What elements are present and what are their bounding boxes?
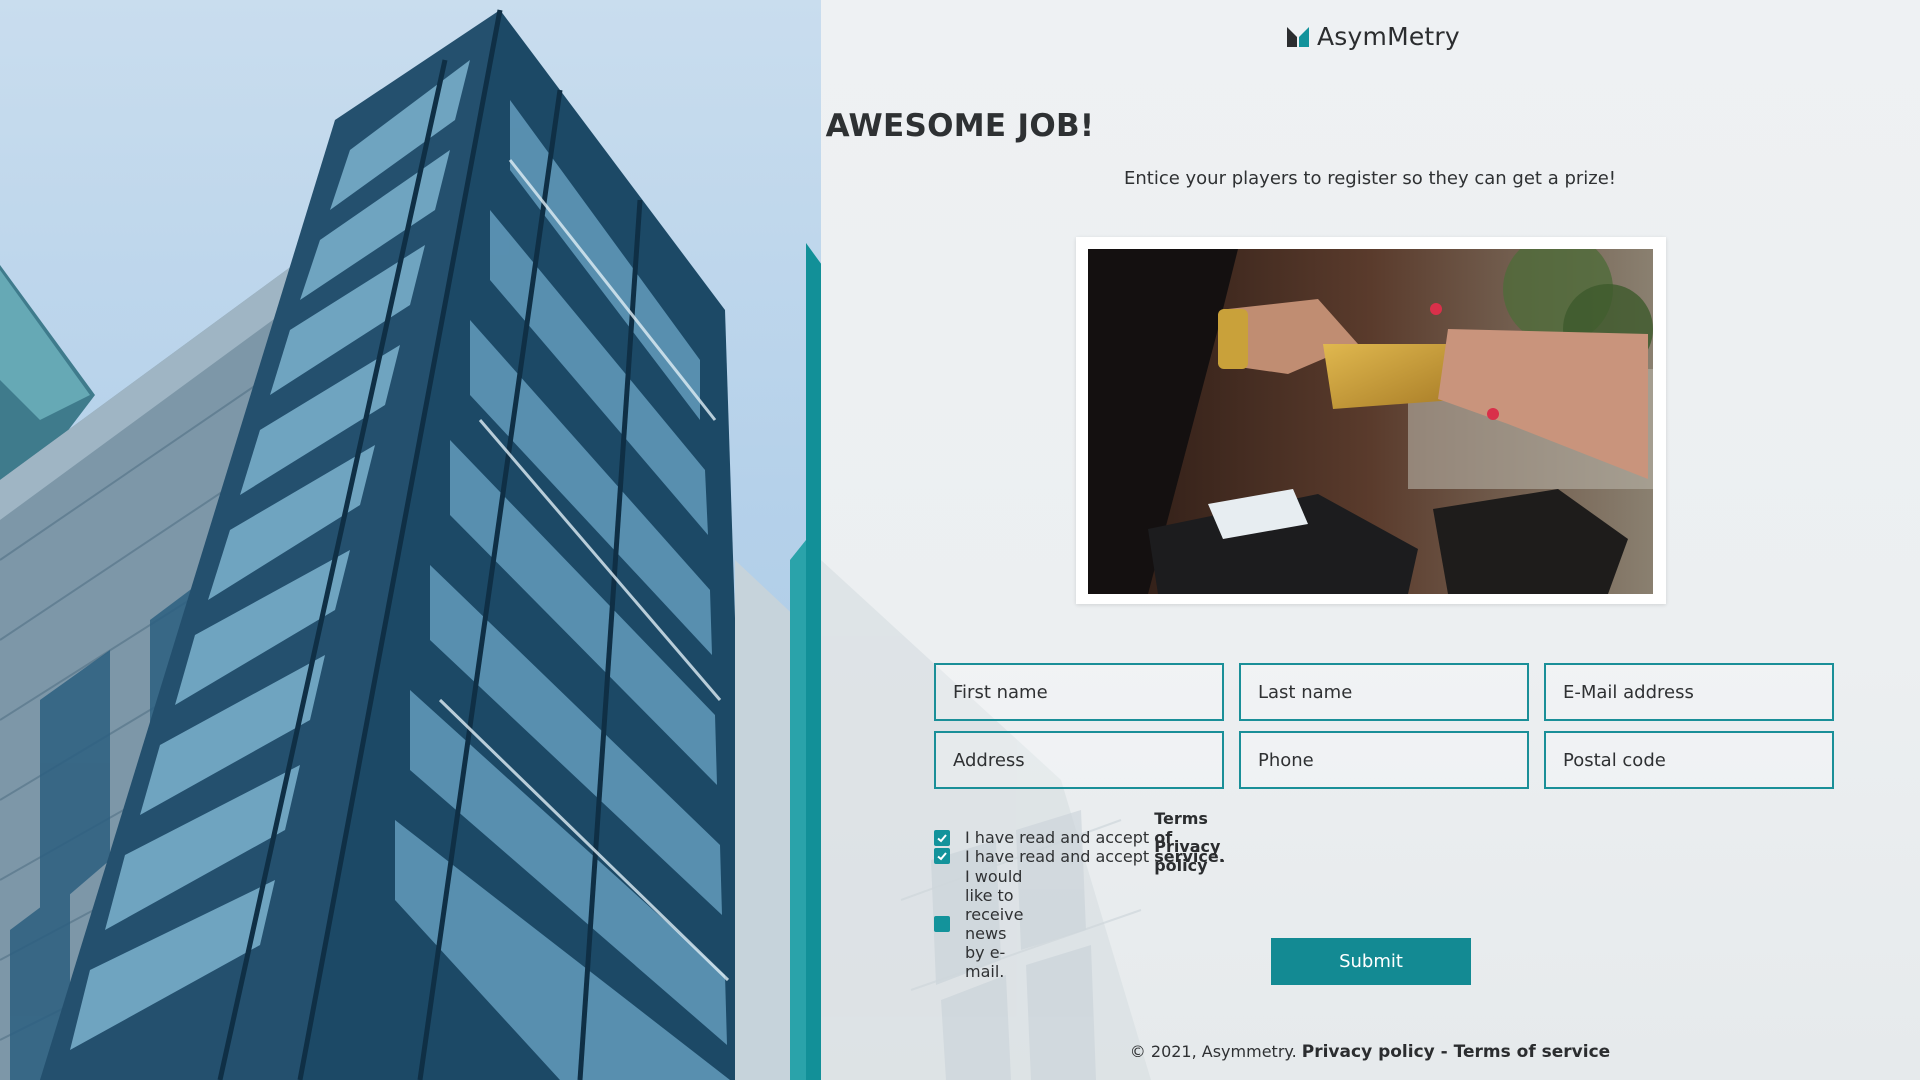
page-title-wrap: AWESOME JOB! — [0, 108, 1920, 144]
first-name-input[interactable] — [934, 663, 1224, 721]
submit-button[interactable]: Submit — [1271, 938, 1471, 985]
footer-terms-link[interactable]: Terms of service — [1454, 1042, 1611, 1062]
newsletter-consent-text: I would like to receive news by e-mail. — [965, 867, 1024, 981]
prize-photo-frame — [1076, 237, 1666, 604]
privacy-checkbox[interactable] — [934, 848, 950, 864]
newsletter-checkbox[interactable] — [934, 916, 950, 932]
asymmetry-logo-icon — [1287, 27, 1309, 47]
brand-name: AsymMetry — [1317, 21, 1460, 51]
privacy-consent-text: I have read and accept — [965, 846, 1155, 866]
page-title: AWESOME JOB! — [825, 108, 1095, 144]
copyright-text: © 2021, Asymmetry. — [1129, 1042, 1297, 1061]
hero-building-image — [0, 0, 860, 1080]
privacy-policy-link[interactable]: Privacy policy — [1154, 837, 1220, 875]
phone-input[interactable] — [1239, 731, 1529, 789]
payment-card-photo — [1088, 249, 1653, 594]
footer: © 2021, Asymmetry. Privacy policy - Term… — [820, 1042, 1920, 1062]
page-subtitle: Entice your players to register so they … — [1123, 168, 1617, 189]
checkmark-icon — [937, 852, 947, 861]
privacy-consent-suffix: . — [1220, 846, 1226, 866]
brand-logo[interactable]: AsymMetry — [1287, 20, 1460, 52]
footer-privacy-link[interactable]: Privacy policy — [1302, 1042, 1435, 1062]
last-name-input[interactable] — [1239, 663, 1529, 721]
footer-separator: - — [1434, 1042, 1454, 1062]
address-input[interactable] — [934, 731, 1224, 789]
postal-code-input[interactable] — [1544, 731, 1834, 789]
newsletter-consent-row: I would like to receive news by e-mail. — [934, 867, 1023, 981]
email-input[interactable] — [1544, 663, 1834, 721]
